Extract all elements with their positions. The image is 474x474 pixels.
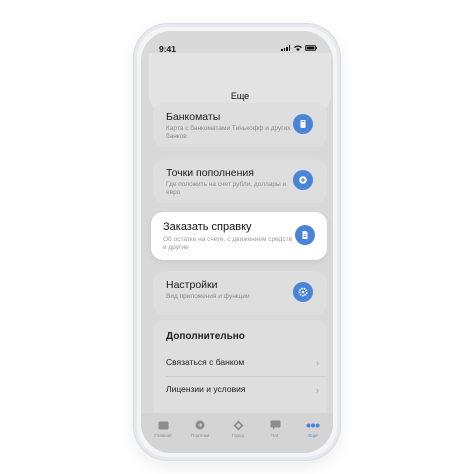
card-title: Точки пополнения [166,167,254,179]
card-order-statement[interactable]: Заказать справку Об остатке на счете, с … [151,212,327,260]
home-icon [146,419,180,431]
card-subtitle: Вид приложения и функции [166,293,250,300]
city-icon [221,419,255,431]
signal-icon [281,45,290,51]
divider [166,376,327,377]
card-subtitle: Карта с банкоматами Тинькофф и других ба… [166,125,291,140]
card-top-up-points[interactable]: Точки пополнения Где положить на счет ру… [153,159,327,203]
card-title: Настройки [166,279,218,291]
card-subtitle: Об остатке на счете, с движением средств… [163,236,293,251]
payments-icon [183,419,217,431]
tab-label: Город [231,433,245,438]
tab-chat[interactable]: Чат [258,419,292,438]
list-item-label: Лицензии и условия [166,384,246,394]
chevron-right-icon: › [316,358,319,368]
tab-label: Платежи [190,433,210,438]
tab-bar: Главная Платежи Город Чат Еще [141,413,333,453]
status-icons [281,45,317,51]
wifi-icon [294,45,302,51]
tab-label: Главная [154,433,172,438]
card-title: Заказать справку [163,221,252,233]
chevron-right-icon: › [316,385,319,395]
tab-city[interactable]: Город [221,419,255,438]
tab-label: Еще [308,433,318,438]
page-title: Еще [230,91,250,101]
tab-home[interactable]: Главная [146,419,180,438]
chat-icon [258,419,292,431]
document-icon [295,225,315,245]
section-title: Дополнительно [166,331,245,342]
gear-icon [293,282,313,302]
phone-frame: Еще 9:41 Банкоматы Карта с банкоматами Т… [134,24,340,460]
tab-payments[interactable]: Платежи [183,419,217,438]
battery-icon [305,45,317,51]
status-time: 9:41 [159,44,177,54]
card-title: Банкоматы [166,111,221,123]
licenses-item[interactable]: Лицензии и условия › [166,384,319,400]
tab-more[interactable]: Еще [296,419,330,438]
card-subtitle: Где положить на счет рубли, доллары и ев… [166,181,287,196]
contact-bank-item[interactable]: Связаться с банком › [166,357,319,373]
list-item-label: Связаться с банком [166,357,245,367]
tab-label: Чат [271,433,279,438]
more-dots-icon [296,419,330,431]
app-screen: Еще 9:41 Банкоматы Карта с банкоматами Т… [141,31,333,453]
plus-icon [293,170,313,190]
card-map-icon [293,114,313,134]
card-settings[interactable]: Настройки Вид приложения и функции [153,271,327,315]
status-bar: 9:41 [141,41,333,57]
card-atms[interactable]: Банкоматы Карта с банкоматами Тинькофф и… [153,103,327,147]
